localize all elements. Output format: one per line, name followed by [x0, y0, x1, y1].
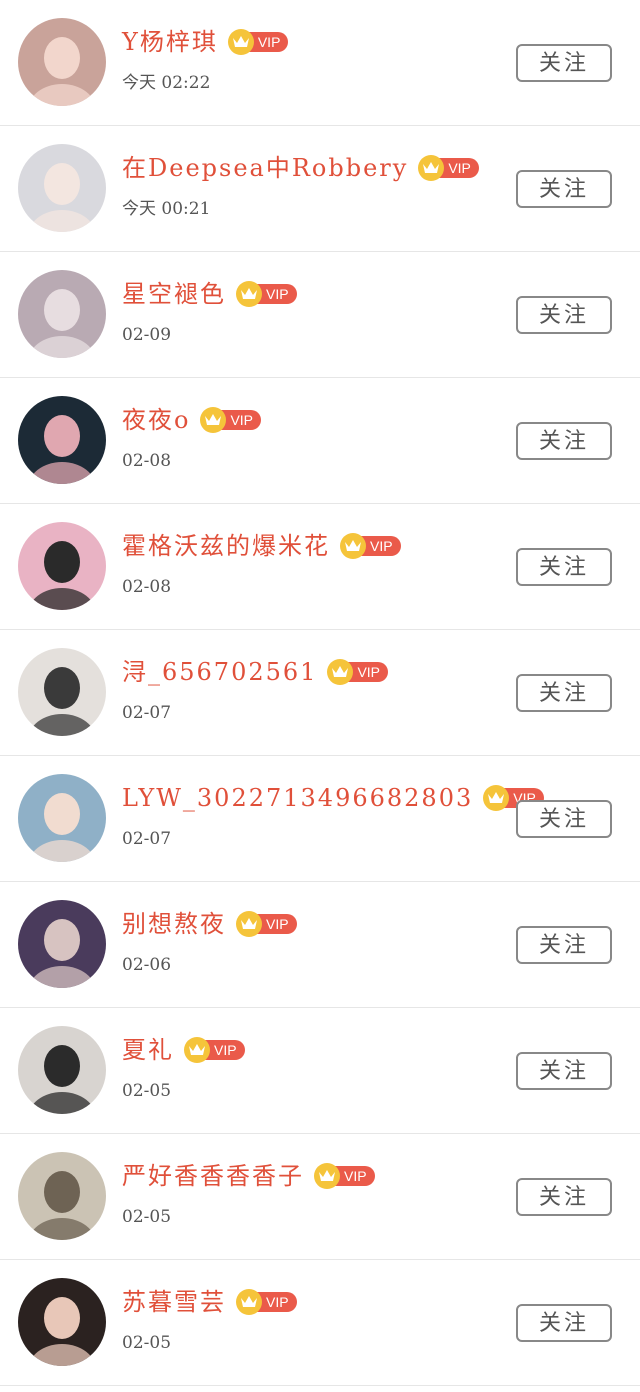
avatar[interactable]	[18, 900, 106, 988]
crown-icon	[236, 911, 262, 937]
vip-badge: VIP	[340, 533, 401, 559]
list-item[interactable]: Y杨梓琪 VIP 今天 02:22 关注	[0, 0, 640, 126]
vip-badge: VIP	[236, 1289, 297, 1315]
avatar[interactable]	[18, 522, 106, 610]
crown-icon	[340, 533, 366, 559]
name-line: 浔_656702561 VIP	[122, 654, 389, 690]
name-line: 严好香香香香子 VIP	[122, 1158, 375, 1194]
name-line: LYW_3022713496682803 VIP	[122, 780, 544, 816]
list-item[interactable]: 霍格沃兹的爆米花 VIP 02-08 关注	[0, 504, 640, 630]
crown-icon	[227, 29, 254, 55]
follow-button[interactable]: 关注	[516, 1052, 612, 1090]
crown-icon	[236, 281, 262, 307]
name-line: 霍格沃兹的爆米花 VIP	[122, 528, 401, 564]
follow-button[interactable]: 关注	[516, 44, 612, 82]
user-name[interactable]: 别想熬夜	[122, 906, 226, 942]
avatar[interactable]	[18, 648, 106, 736]
vip-badge: VIP	[227, 29, 289, 55]
vip-badge: VIP	[236, 281, 297, 307]
list-item[interactable]: LYW_3022713496682803 VIP 02-07 关注	[0, 756, 640, 882]
name-line: 别想熬夜 VIP	[122, 906, 297, 942]
user-name[interactable]: 浔_656702561	[122, 654, 317, 690]
follow-time: 02-06	[122, 955, 172, 975]
vip-badge: VIP	[327, 659, 389, 685]
list-item[interactable]: 在Deepsea中Robbery VIP 今天 00:21 关注	[0, 126, 640, 252]
avatar[interactable]	[18, 144, 106, 232]
user-name[interactable]: 在Deepsea中Robbery	[122, 150, 408, 186]
follow-time: 今天 02:22	[122, 73, 211, 93]
user-name[interactable]: Y杨梓琪	[122, 24, 218, 60]
user-name[interactable]: 夜夜o	[122, 402, 190, 438]
follow-time: 02-07	[122, 829, 172, 849]
avatar[interactable]	[18, 1278, 106, 1366]
follow-time: 02-08	[122, 451, 172, 471]
follow-button[interactable]: 关注	[516, 926, 612, 964]
vip-badge: VIP	[418, 155, 479, 181]
name-line: 苏暮雪芸 VIP	[122, 1284, 297, 1320]
list-item[interactable]: 星空褪色 VIP 02-09 关注	[0, 252, 640, 378]
list-item[interactable]: 浔_656702561 VIP 02-07 关注	[0, 630, 640, 756]
follow-button[interactable]: 关注	[516, 1178, 612, 1216]
name-line: 夜夜o VIP	[122, 402, 262, 438]
follow-time: 02-09	[122, 325, 172, 345]
follow-button[interactable]: 关注	[516, 296, 612, 334]
follow-button[interactable]: 关注	[516, 1304, 612, 1342]
name-line: 星空褪色 VIP	[122, 276, 297, 312]
avatar[interactable]	[18, 774, 106, 862]
follow-time: 今天 00:21	[122, 199, 211, 219]
follow-button[interactable]: 关注	[516, 170, 612, 208]
name-line: 夏礼 VIP	[122, 1032, 245, 1068]
follow-time: 02-07	[122, 703, 172, 723]
user-name[interactable]: 星空褪色	[122, 276, 226, 312]
list-item[interactable]: 苏暮雪芸 VIP 02-05 关注	[0, 1260, 640, 1386]
follow-button[interactable]: 关注	[516, 422, 612, 460]
vip-badge: VIP	[200, 407, 262, 433]
list-item[interactable]: 别想熬夜 VIP 02-06 关注	[0, 882, 640, 1008]
follow-time: 02-05	[122, 1207, 172, 1227]
avatar[interactable]	[18, 18, 106, 106]
crown-icon	[184, 1037, 210, 1063]
follow-time: 02-05	[122, 1081, 172, 1101]
name-line: 在Deepsea中Robbery VIP	[122, 150, 479, 186]
user-name[interactable]: 夏礼	[122, 1032, 174, 1068]
avatar[interactable]	[18, 396, 106, 484]
crown-icon	[314, 1163, 340, 1189]
user-name[interactable]: 苏暮雪芸	[122, 1284, 226, 1320]
follow-time: 02-05	[122, 1333, 172, 1353]
user-name[interactable]: 严好香香香香子	[122, 1158, 304, 1194]
crown-icon	[236, 1289, 262, 1315]
avatar[interactable]	[18, 1152, 106, 1240]
user-name[interactable]: 霍格沃兹的爆米花	[122, 528, 330, 564]
list-item[interactable]: 夏礼 VIP 02-05 关注	[0, 1008, 640, 1134]
avatar[interactable]	[18, 270, 106, 358]
follow-button[interactable]: 关注	[516, 800, 612, 838]
follow-time: 02-08	[122, 577, 172, 597]
avatar[interactable]	[18, 1026, 106, 1114]
list-item[interactable]: 夜夜o VIP 02-08 关注	[0, 378, 640, 504]
follower-list: Y杨梓琪 VIP 今天 02:22 关注 在Deepsea中Robbery VI…	[0, 0, 640, 1392]
follow-button[interactable]: 关注	[516, 548, 612, 586]
user-name[interactable]: LYW_3022713496682803	[122, 780, 473, 816]
vip-badge: VIP	[184, 1037, 245, 1063]
list-item[interactable]: 严好香香香香子 VIP 02-05 关注	[0, 1134, 640, 1260]
follow-button[interactable]: 关注	[516, 674, 612, 712]
vip-badge: VIP	[236, 911, 297, 937]
name-line: Y杨梓琪 VIP	[122, 24, 289, 60]
vip-badge: VIP	[314, 1163, 375, 1189]
